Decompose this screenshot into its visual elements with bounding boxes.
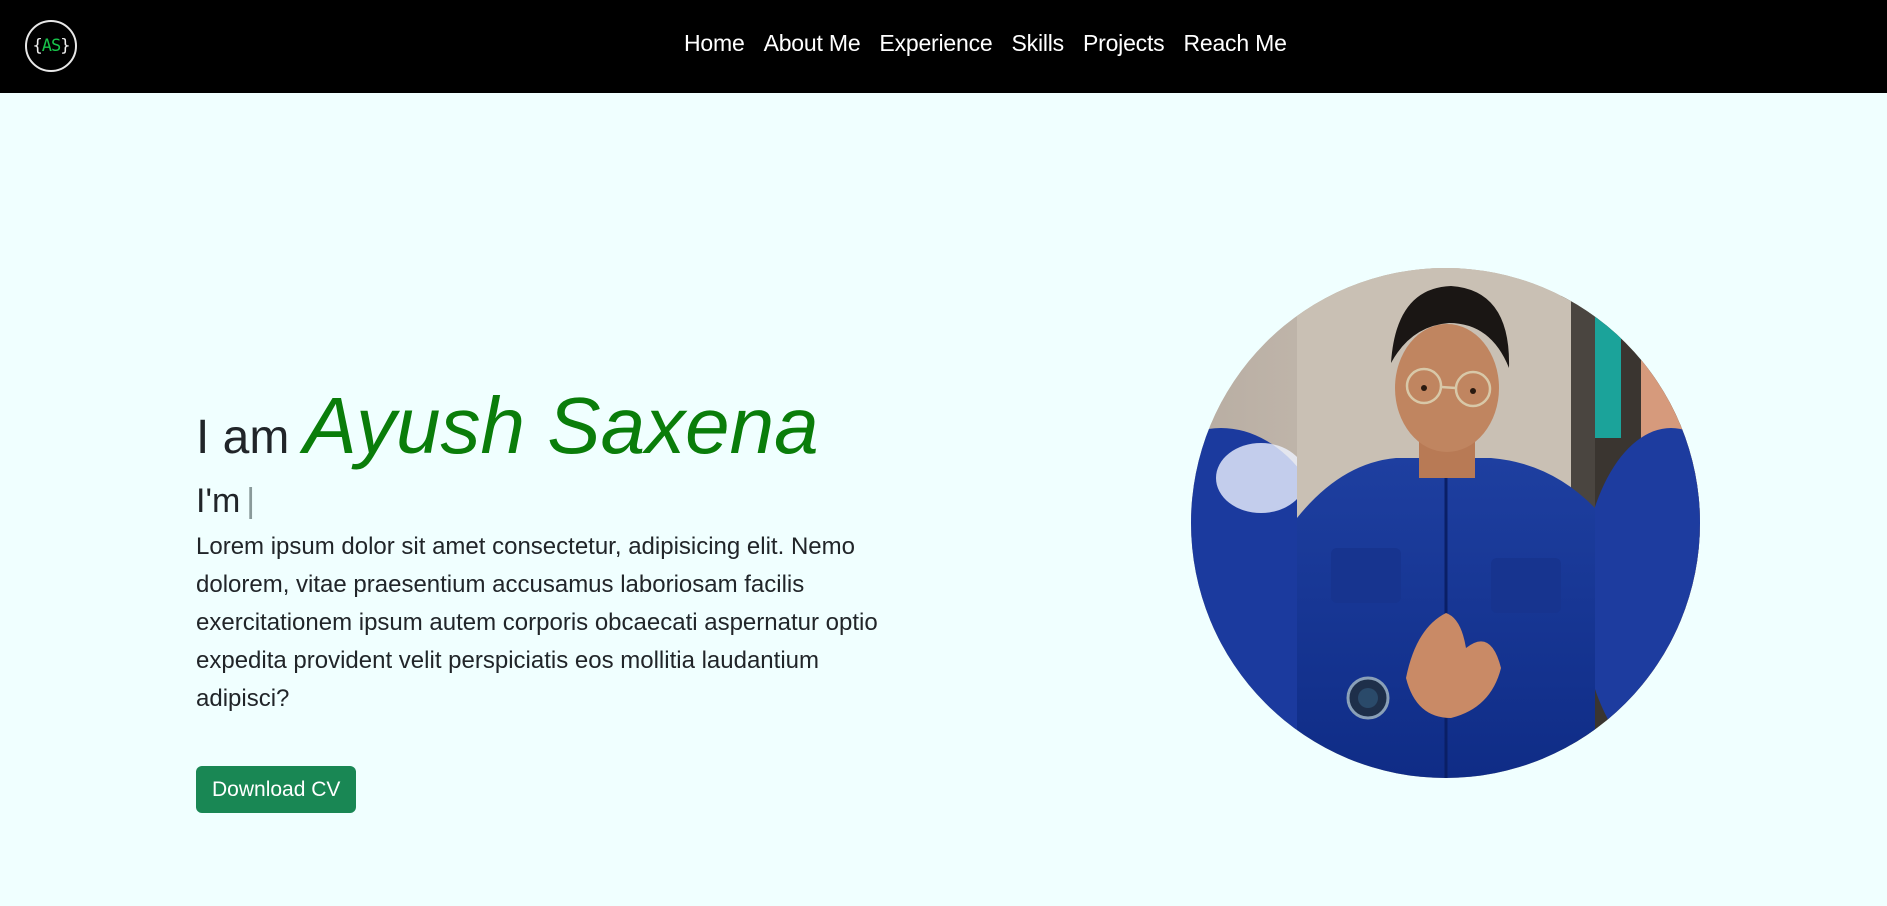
typing-line: I'm | [196, 482, 896, 524]
download-cv-button[interactable]: Download CV [196, 766, 357, 813]
typing-cursor: | [246, 482, 256, 520]
profile-photo [1191, 268, 1700, 778]
logo-brace-right: } [60, 36, 70, 56]
nav-reach-me[interactable]: Reach Me [1183, 28, 1286, 58]
hero-description: Lorem ipsum dolor sit amet consectetur, … [196, 533, 878, 712]
nav-home[interactable]: Home [684, 28, 745, 58]
nav-about-me[interactable]: About Me [764, 28, 861, 58]
typing-prefix: I'm [196, 482, 241, 520]
greeting-prefix: I am [196, 411, 290, 464]
nav-links: Home About Me Experience Skills Projects… [684, 28, 1287, 58]
hero-name: Ayush Saxena [303, 381, 819, 470]
hero-heading: I am Ayush Saxena [196, 380, 896, 476]
nav-skills[interactable]: Skills [1012, 28, 1065, 58]
logo-text: AS [41, 36, 62, 56]
logo-brace-left: { [32, 36, 43, 56]
nav-projects[interactable]: Projects [1083, 28, 1165, 58]
person-portrait-icon [1191, 268, 1700, 778]
nav-experience[interactable]: Experience [879, 28, 992, 58]
hero-section: I am Ayush Saxena I'm | Lorem ipsum dolor… [196, 380, 896, 813]
navbar: {AS} Home About Me Experience Skills Pro… [0, 0, 1887, 93]
site-logo[interactable]: {AS} [25, 20, 77, 72]
